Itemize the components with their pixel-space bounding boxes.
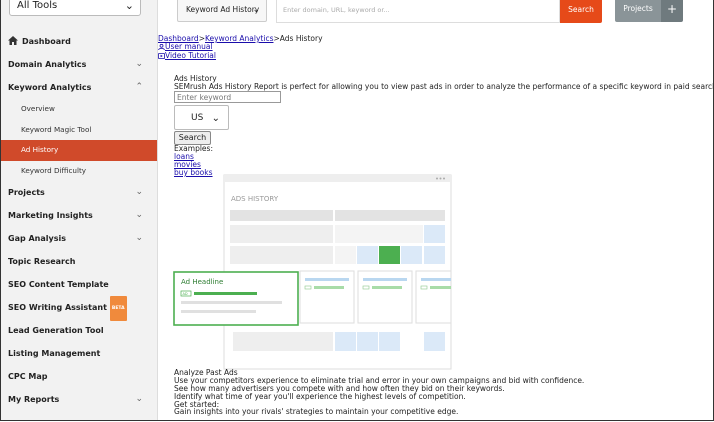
- sidebar-item-label: CPC Map: [8, 372, 48, 381]
- sidebar-item-dashboard[interactable]: Dashboard: [1, 30, 157, 53]
- chevron-down-icon: ⌄: [211, 113, 220, 124]
- home-icon: [8, 36, 18, 45]
- chevron-down-icon: ⌄: [135, 187, 143, 197]
- sidebar-item-label: SEO Writing Assistant: [8, 303, 107, 312]
- chevron-down-icon: ⌄: [135, 394, 143, 404]
- chevron-down-icon: ⌄: [124, 0, 134, 12]
- sidebar-item-label: My Reports: [8, 395, 60, 404]
- chevron-down-icon: ⌄: [135, 59, 143, 69]
- sidebar-item-label: Projects: [8, 188, 45, 197]
- ad-headline-text: Ad Headline: [181, 278, 223, 286]
- ad-badge: AD: [183, 292, 188, 296]
- country-value: US: [191, 113, 204, 123]
- all-tools-label: All Tools: [17, 0, 58, 11]
- sidebar-item-label: Ad History: [21, 145, 59, 154]
- user-manual-link[interactable]: User manual: [165, 42, 213, 51]
- sidebar-item-label: Topic Research: [8, 257, 76, 266]
- country-select[interactable]: US ⌄: [174, 105, 229, 130]
- sidebar-item-label: Listing Management: [8, 349, 101, 358]
- keyword-input[interactable]: Enter keyword: [174, 91, 281, 103]
- sidebar-nav: Dashboard Domain Analytics ⌄ Keyword Ana…: [1, 30, 157, 411]
- sidebar-item-my-reports[interactable]: My Reports ⌄: [1, 388, 157, 411]
- video-tutorial-link[interactable]: Video Tutorial: [165, 51, 216, 60]
- ads-history-description: SEMrush Ads History Report is perfect fo…: [174, 82, 714, 91]
- all-tools-select[interactable]: All Tools ⌄: [9, 0, 141, 16]
- main-content: Dashboard>Keyword Analytics>Ads History …: [158, 30, 713, 420]
- sidebar-item-gap-analysis[interactable]: Gap Analysis ⌄: [1, 227, 157, 250]
- breadcrumb-current: Ads History: [279, 34, 323, 43]
- app-frame: All Tools ⌄ Dashboard Domain Analytics ⌄…: [0, 0, 714, 421]
- analyze-line: Gain insights into your rivals' strategi…: [174, 407, 459, 416]
- chevron-up-icon: ⌃: [135, 82, 143, 92]
- chevron-down-icon: ⌄: [135, 210, 143, 220]
- sidebar-item-label: Keyword Analytics: [8, 83, 92, 92]
- sidebar-subitem-overview[interactable]: Overview: [1, 99, 157, 120]
- sidebar-item-seo-writing-assistant[interactable]: SEO Writing Assistant BETA: [1, 296, 157, 321]
- sidebar-item-seo-content-template[interactable]: SEO Content Template: [1, 273, 157, 296]
- top-search-button[interactable]: Search: [560, 0, 602, 23]
- top-search-bar: Keyword Ad History ⌄ Enter domain, URL, …: [158, 0, 713, 30]
- sidebar-item-domain-analytics[interactable]: Domain Analytics ⌄: [1, 53, 157, 76]
- sidebar-item-topic-research[interactable]: Topic Research: [1, 250, 157, 273]
- sidebar-item-keyword-analytics[interactable]: Keyword Analytics ⌃: [1, 76, 157, 99]
- dot-icon: [443, 177, 445, 180]
- beta-badge: BETA: [109, 296, 127, 321]
- sidebar-item-marketing-insights[interactable]: Marketing Insights ⌄: [1, 204, 157, 227]
- sidebar-item-label: Gap Analysis: [8, 234, 66, 243]
- video-tutorial-link-row: Video Tutorial: [158, 52, 216, 60]
- sidebar-item-listing-management[interactable]: Listing Management: [1, 342, 157, 365]
- dot-icon: [439, 177, 442, 180]
- user-icon: [158, 44, 165, 50]
- sidebar-item-label: Lead Generation Tool: [8, 326, 104, 335]
- sidebar-subitem-keyword-magic-tool[interactable]: Keyword Magic Tool: [1, 120, 157, 141]
- domain-search-input[interactable]: Enter domain, URL, keyword or...: [276, 0, 560, 23]
- keyword-search-button[interactable]: Search: [174, 131, 211, 145]
- sidebar-subitem-keyword-difficulty[interactable]: Keyword Difficulty: [1, 161, 157, 182]
- sidebar: All Tools ⌄ Dashboard Domain Analytics ⌄…: [1, 0, 158, 420]
- report-type-label: Keyword Ad History: [186, 5, 260, 14]
- illustration-titlebar: [224, 175, 451, 182]
- sidebar-item-label: Domain Analytics: [8, 60, 87, 69]
- dot-icon: [436, 177, 438, 180]
- highlight-cell: [379, 246, 400, 264]
- breadcrumb-keyword-analytics[interactable]: Keyword Analytics: [205, 34, 273, 43]
- projects-button[interactable]: Projects: [615, 0, 661, 22]
- illustration-header: ADS HISTORY: [231, 195, 279, 203]
- add-project-button[interactable]: +: [661, 0, 683, 22]
- sidebar-item-cpc-map[interactable]: CPC Map: [1, 365, 157, 388]
- keyword-placeholder: Enter keyword: [177, 93, 232, 102]
- sidebar-item-lead-generation-tool[interactable]: Lead Generation Tool: [1, 319, 157, 342]
- sidebar-item-label: Dashboard: [22, 37, 71, 46]
- search-placeholder: Enter domain, URL, keyword or...: [283, 6, 390, 14]
- ads-history-illustration: ADS HISTORY Ad Headline AD: [173, 174, 452, 370]
- sidebar-item-label: Keyword Difficulty: [21, 165, 87, 175]
- chevron-down-icon: ⌄: [135, 233, 143, 243]
- report-type-dropdown[interactable]: Keyword Ad History ⌄: [177, 0, 267, 22]
- video-play-icon: [158, 53, 165, 59]
- chevron-down-icon: ⌄: [252, 5, 260, 15]
- sidebar-subitem-ad-history[interactable]: Ad History: [1, 140, 157, 161]
- sidebar-item-label: Keyword Magic Tool: [21, 124, 92, 134]
- sidebar-item-projects[interactable]: Projects ⌄: [1, 181, 157, 204]
- sidebar-item-label: Marketing Insights: [8, 211, 93, 220]
- user-manual-link-row: User manual: [158, 43, 213, 51]
- sidebar-item-label: Overview: [21, 104, 55, 113]
- sidebar-item-label: SEO Content Template: [8, 280, 109, 289]
